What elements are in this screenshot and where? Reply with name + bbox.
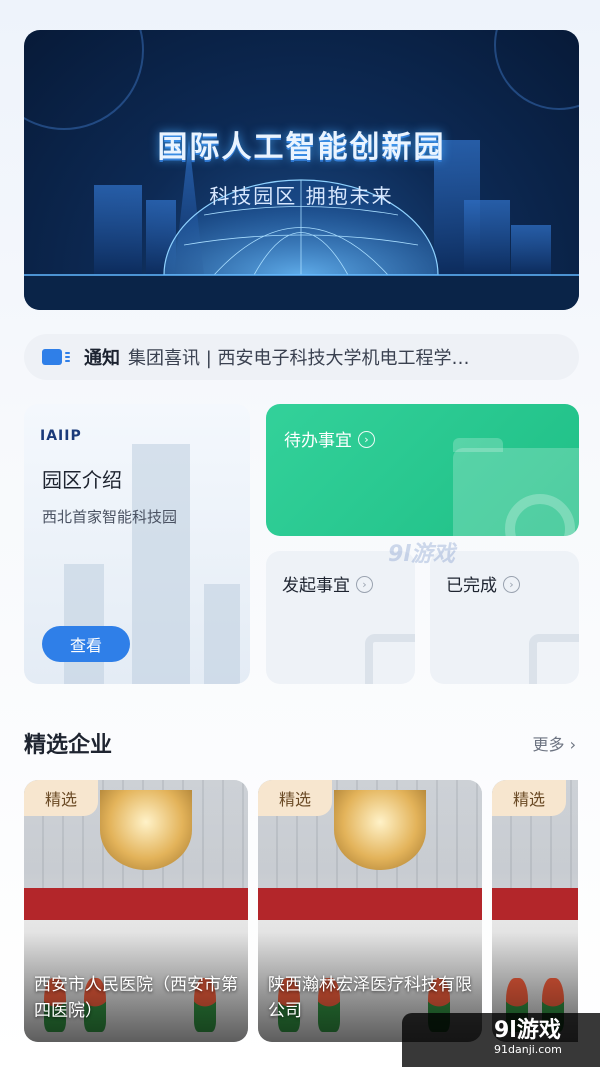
watermark-url: 91danji.com	[494, 1043, 562, 1056]
speaker-icon	[42, 349, 70, 365]
notice-text[interactable]: 集团喜讯 | 西安电子科技大学机电工程学…	[128, 344, 540, 370]
photo-banner	[492, 888, 578, 920]
park-description: 西北首家智能科技园	[42, 508, 178, 526]
company-card[interactable]: 精选	[492, 780, 578, 1042]
todo-card[interactable]: 待办事宜 ›	[266, 404, 579, 536]
watermark-logo: 9l游戏	[494, 1018, 561, 1043]
done-label-wrap: 已完成 ›	[446, 571, 520, 596]
banner-subtitle: 科技园区 拥抱未来	[209, 184, 394, 208]
photo-banner	[258, 888, 482, 920]
initiate-label: 发起事宜	[282, 576, 350, 596]
featured-tag: 精选	[258, 780, 332, 816]
initiate-label-wrap: 发起事宜 ›	[282, 571, 373, 596]
watermark-badge: 9l游戏 91danji.com	[402, 1013, 600, 1067]
featured-tag: 精选	[24, 780, 98, 816]
chevron-right-icon: ›	[358, 430, 375, 448]
done-label: 已完成	[446, 576, 497, 596]
notice-label: 通知	[84, 348, 120, 369]
city-skyline-illustration	[24, 140, 579, 310]
view-button[interactable]: 查看	[42, 626, 130, 662]
section-title: 精选企业	[24, 733, 113, 758]
decor-shape	[365, 634, 415, 684]
initiate-card[interactable]: 发起事宜 ›	[266, 551, 415, 684]
building-illustration	[204, 584, 240, 684]
park-logo: IAIIP	[40, 428, 82, 444]
featured-tag: 精选	[492, 780, 566, 816]
banner-carousel[interactable]: 国际人工智能创新园 科技园区 拥抱未来	[24, 30, 579, 310]
banner-title: 国际人工智能创新园	[157, 130, 446, 165]
watermark-logo: 9l游戏	[388, 542, 455, 567]
company-name: 西安市人民医院（西安市第四医院）	[34, 975, 238, 1021]
company-card[interactable]: 精选 陕西瀚林宏泽医疗科技有限公司	[258, 780, 482, 1042]
chandelier-photo	[100, 790, 192, 870]
todo-label: 待办事宜	[284, 431, 352, 451]
notice-bar[interactable]: 通知 集团喜讯 | 西安电子科技大学机电工程学…	[24, 334, 579, 380]
more-link[interactable]: 更多 ›	[533, 731, 577, 755]
company-card[interactable]: 精选 西安市人民医院（西安市第四医院）	[24, 780, 248, 1042]
decor-shape	[529, 634, 579, 684]
chevron-right-icon: ›	[503, 575, 520, 593]
chevron-right-icon: ›	[356, 575, 373, 593]
photo-banner	[24, 888, 248, 920]
building-illustration	[132, 444, 190, 684]
chandelier-photo	[334, 790, 426, 870]
building-illustration	[64, 564, 104, 684]
park-intro-card[interactable]: IAIIP 园区介绍 西北首家智能科技园 查看	[24, 404, 250, 684]
done-card[interactable]: 已完成 ›	[430, 551, 579, 684]
park-title: 园区介绍	[42, 468, 122, 492]
todo-label-wrap: 待办事宜 ›	[284, 426, 375, 451]
